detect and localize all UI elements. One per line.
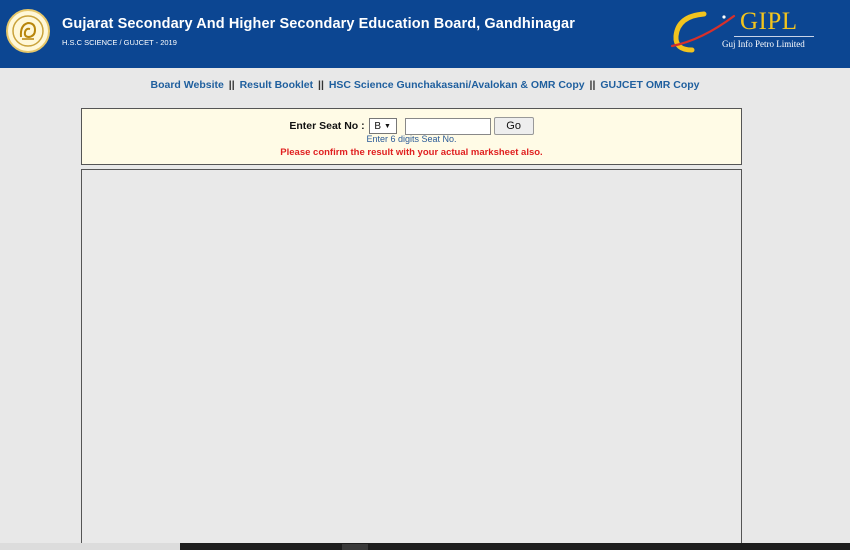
result-display-area: [81, 169, 742, 550]
nav-separator: ||: [318, 79, 324, 91]
nav-links: Board Website || Result Booklet || HSC S…: [0, 79, 850, 91]
seat-series-select[interactable]: B ▼: [368, 118, 397, 134]
result-booklet-link[interactable]: Result Booklet: [240, 79, 314, 91]
gipl-full-name: Guj Info Petro Limited: [722, 39, 805, 49]
gipl-swoosh-icon: [670, 11, 736, 53]
result-page: Gujarat Secondary And Higher Secondary E…: [0, 0, 850, 550]
marksheet-warning: Please confirm the result with your actu…: [280, 147, 543, 158]
seat-series-value: B: [374, 120, 381, 132]
nav-separator: ||: [589, 79, 596, 91]
seat-number-input[interactable]: [404, 117, 491, 135]
seat-number-form: Enter Seat No : B ▼ Go Enter 6 digits Se…: [81, 108, 742, 165]
gipl-logo: GIPL Guj Info Petro Limited: [664, 6, 824, 58]
taskbar: [180, 543, 850, 550]
omr-copy-link[interactable]: HSC Science Gunchakasani/Avalokan & OMR …: [329, 79, 585, 91]
dropdown-arrow-icon: ▼: [383, 122, 391, 130]
exam-subtitle: H.S.C SCIENCE / GUJCET - 2019: [62, 38, 177, 47]
seat-number-label: Enter Seat No :: [289, 120, 365, 132]
board-title: Gujarat Secondary And Higher Secondary E…: [62, 16, 575, 32]
gipl-divider: [734, 36, 814, 37]
seat-number-hint: Enter 6 digits Seat No.: [366, 134, 457, 144]
gujcet-omr-link[interactable]: GUJCET OMR Copy: [600, 79, 699, 91]
board-emblem-icon: [6, 9, 50, 53]
header-banner: Gujarat Secondary And Higher Secondary E…: [0, 0, 850, 68]
gipl-wordmark: GIPL: [740, 8, 798, 35]
board-website-link[interactable]: Board Website: [151, 79, 224, 91]
taskbar-app-button[interactable]: [342, 544, 368, 550]
nav-separator: ||: [228, 79, 235, 91]
go-button[interactable]: Go: [493, 117, 534, 135]
taskbar-left-strip: [0, 543, 180, 550]
seat-input-row: Enter Seat No : B ▼ Go: [82, 117, 741, 135]
